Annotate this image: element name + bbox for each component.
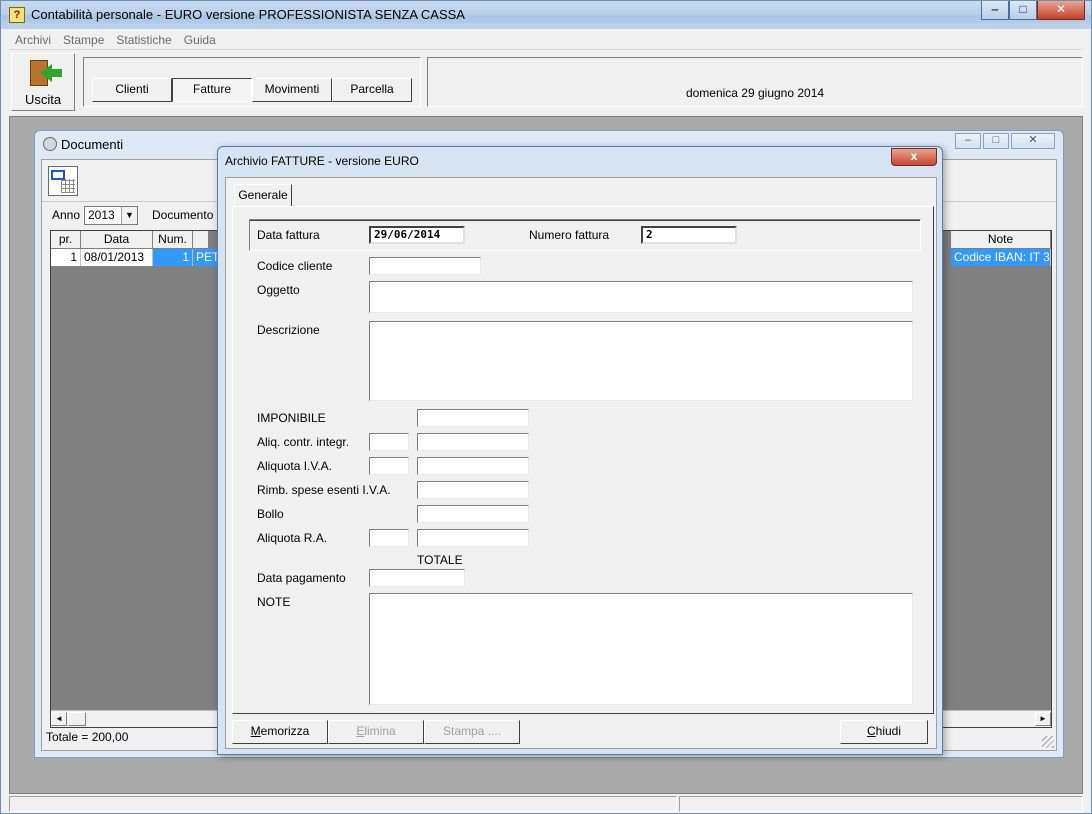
bollo-label: Bollo xyxy=(257,507,284,521)
cell-pr[interactable]: 1 xyxy=(51,249,81,266)
chiudi-accel: C xyxy=(866,724,876,738)
fatture-dialog: Archivio FATTURE - versione EURO x Gener… xyxy=(217,146,943,755)
menu-archivi[interactable]: Archivi xyxy=(9,30,57,47)
memorizza-accel: M xyxy=(250,724,261,738)
oggetto-label: Oggetto xyxy=(257,283,300,297)
numero-fattura-label: Numero fattura xyxy=(529,228,610,242)
numero-fattura-field[interactable]: 2 xyxy=(641,226,737,244)
imponibile-label: IMPONIBILE xyxy=(257,411,326,425)
status-pane-left xyxy=(9,796,677,812)
close-button[interactable]: ✕ xyxy=(1037,1,1085,20)
anno-value: 2013 xyxy=(88,208,115,222)
main-toolbar: Uscita Clienti Fatture Movimenti Parcell… xyxy=(9,51,1083,113)
dialog-close-button[interactable]: x xyxy=(891,148,937,166)
chiudi-button[interactable]: Chiudi xyxy=(840,720,928,744)
status-bar xyxy=(9,795,1083,813)
menu-statistiche[interactable]: Statistiche xyxy=(110,30,177,47)
exit-button[interactable]: Uscita xyxy=(11,53,75,111)
sheet-glyph xyxy=(61,179,75,193)
codice-cliente-field[interactable] xyxy=(369,257,481,275)
title-bar: ? Contabilità personale - EURO versione … xyxy=(1,1,1091,29)
resize-grip-icon[interactable] xyxy=(1042,736,1054,748)
descrizione-field[interactable] xyxy=(369,321,913,401)
tab-generale[interactable]: Generale xyxy=(234,184,292,206)
current-date: domenica 29 giugno 2014 xyxy=(685,86,825,100)
memorizza-text: emorizza xyxy=(260,724,310,738)
app-help-icon: ? xyxy=(9,7,25,23)
col-header-note[interactable]: Note xyxy=(951,231,1051,249)
oggetto-field[interactable] xyxy=(369,281,913,313)
aliq-contr-label: Aliq. contr. integr. xyxy=(257,435,350,449)
aliquota-iva-label: Aliquota I.V.A. xyxy=(257,459,332,473)
minimize-button[interactable]: ‒ xyxy=(981,1,1009,20)
codice-cliente-label: Codice cliente xyxy=(257,259,333,273)
window-title: Contabilità personale - EURO versione PR… xyxy=(31,7,465,22)
nav-button-group: Clienti Fatture Movimenti Parcella xyxy=(83,57,421,107)
data-pagamento-field[interactable] xyxy=(369,569,465,587)
nav-movimenti-button[interactable]: Movimenti xyxy=(252,78,332,102)
menu-stampe[interactable]: Stampe xyxy=(57,30,110,47)
documenti-title-text: Documenti xyxy=(61,137,124,152)
memorizza-button[interactable]: Memorizza xyxy=(232,720,328,744)
data-fattura-label: Data fattura xyxy=(257,228,320,242)
dialog-button-row: Memorizza Elimina Stampa .... Chiudi xyxy=(232,718,932,746)
scroll-left-icon[interactable]: ◄ xyxy=(51,712,67,726)
rimb-spese-field[interactable] xyxy=(417,481,529,499)
documento-label: Documento xyxy=(152,208,214,222)
status-pane-right xyxy=(679,796,1083,812)
new-document-icon[interactable] xyxy=(48,166,78,196)
bollo-field[interactable] xyxy=(417,505,529,523)
elimina-text: limina xyxy=(364,724,396,738)
note-field[interactable] xyxy=(369,593,913,705)
exit-arrow-tail xyxy=(50,69,62,77)
aliquota-ra-label: Aliquota R.A. xyxy=(257,531,328,545)
rimb-spese-label: Rimb. spese esenti I.V.A. xyxy=(257,483,391,497)
col-header-documento[interactable] xyxy=(193,231,209,249)
chiudi-text: hiudi xyxy=(875,724,902,738)
descrizione-label: Descrizione xyxy=(257,323,320,337)
menu-guida[interactable]: Guida xyxy=(178,30,222,47)
nav-parcella-button[interactable]: Parcella xyxy=(332,78,412,102)
menu-bar: Archivi Stampe Statistiche Guida xyxy=(9,30,1083,50)
cell-data[interactable]: 08/01/2013 xyxy=(81,249,153,266)
documents-total: Totale = 200,00 xyxy=(46,730,129,744)
date-panel: domenica 29 giugno 2014 xyxy=(427,57,1083,107)
cell-note[interactable]: Codice IBAN: IT 3 xyxy=(951,249,1051,266)
col-header-data[interactable]: Data xyxy=(81,231,153,249)
documenti-maximize-button[interactable]: □ xyxy=(983,133,1009,149)
imponibile-field[interactable] xyxy=(417,409,529,427)
anno-select[interactable]: 2013 ▼ xyxy=(84,206,138,225)
exit-label: Uscita xyxy=(24,92,62,107)
nav-fatture-button[interactable]: Fatture xyxy=(172,78,252,102)
aliquota-iva-rate-field[interactable] xyxy=(369,457,409,475)
nav-clienti-button[interactable]: Clienti xyxy=(92,78,172,102)
scroll-right-icon[interactable]: ► xyxy=(1035,712,1051,726)
dialog-title: Archivio FATTURE - versione EURO xyxy=(225,154,419,168)
aliq-contr-amount-field[interactable] xyxy=(417,433,529,451)
anno-label: Anno xyxy=(52,208,81,222)
data-fattura-field[interactable]: 29/06/2014 xyxy=(369,226,465,244)
aliq-contr-rate-field[interactable] xyxy=(369,433,409,451)
col-header-pr[interactable]: pr. xyxy=(51,231,81,249)
stampa-button[interactable]: Stampa .... xyxy=(424,720,520,744)
maximize-button[interactable]: □ xyxy=(1009,1,1037,20)
elimina-button[interactable]: Elimina xyxy=(328,720,424,744)
chevron-down-icon[interactable]: ▼ xyxy=(121,207,137,224)
aliquota-ra-rate-field[interactable] xyxy=(369,529,409,547)
documenti-window-icon xyxy=(43,137,57,151)
data-pagamento-label: Data pagamento xyxy=(257,571,346,585)
cell-num[interactable]: 1 xyxy=(153,249,193,266)
dialog-body: Generale Data fattura 29/06/2014 Numero … xyxy=(225,177,937,749)
note-label: NOTE xyxy=(257,595,291,609)
totale-label: TOTALE xyxy=(417,553,463,567)
tab-panel-generale: Data fattura 29/06/2014 Numero fattura 2… xyxy=(232,206,934,714)
col-header-num[interactable]: Num. xyxy=(153,231,193,249)
aliquota-iva-amount-field[interactable] xyxy=(417,457,529,475)
scroll-thumb[interactable] xyxy=(68,712,86,726)
documenti-close-button[interactable]: ✕ xyxy=(1011,133,1055,149)
documenti-minimize-button[interactable]: ‒ xyxy=(955,133,981,149)
documenti-title: Documenti xyxy=(43,137,123,152)
aliquota-ra-amount-field[interactable] xyxy=(417,529,529,547)
